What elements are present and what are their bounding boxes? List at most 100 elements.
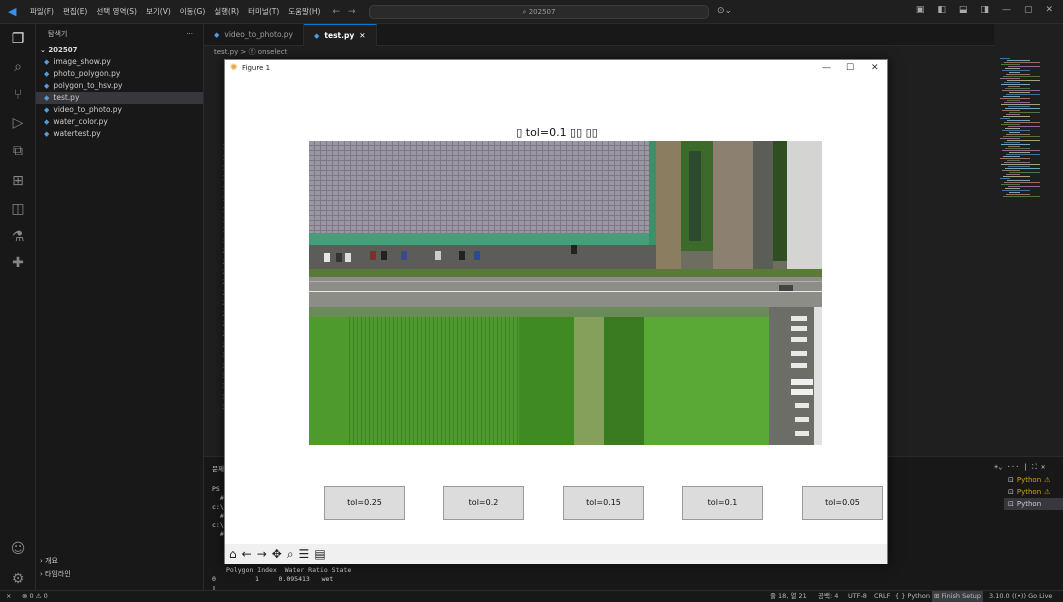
terminal-item[interactable]: ⊡ Python ⚠ [1004, 474, 1063, 486]
toggle-sidebar-icon[interactable]: ◧ [937, 5, 946, 15]
terminal-icon: ⊡ [1008, 476, 1014, 484]
figure-window-title: Figure 1 [242, 64, 271, 72]
problems-status[interactable]: ⊗ 0 ⚠ 0 [22, 591, 48, 602]
toggle-secondary-icon[interactable]: ◨ [980, 5, 989, 15]
menu-help[interactable]: 도움말(H) [288, 6, 320, 17]
menu-terminal[interactable]: 터미널(T) [248, 6, 279, 17]
cursor-position[interactable]: 줄 18, 열 21 [770, 591, 807, 602]
panel-tab-problems[interactable]: 문제 [212, 463, 224, 473]
chat-icon[interactable]: ◫ [7, 198, 29, 220]
terminal-label: Python [1016, 488, 1042, 496]
python-version[interactable]: 3.10.0 [989, 591, 1010, 602]
back-icon[interactable]: ← [242, 547, 252, 561]
tol-0.1-button[interactable]: tol=0.1 [682, 486, 763, 520]
save-icon[interactable]: ▤ [314, 547, 325, 561]
home-icon[interactable]: ⌂ [229, 547, 237, 561]
run-debug-icon[interactable]: ▷ [7, 112, 29, 134]
menu-edit[interactable]: 편집(E) [63, 6, 87, 17]
remote-explorer-icon[interactable]: ⧉ [7, 140, 29, 162]
explorer-header: 탐색기 ··· [36, 24, 203, 44]
terminal-item[interactable]: ⊡ Python ⚠ [1004, 486, 1063, 498]
tol-0.25-button[interactable]: tol=0.25 [324, 486, 405, 520]
explorer-icon[interactable]: ❐ [7, 28, 29, 50]
title-bar: ◀ 파일(F) 편집(E) 선택 영역(S) 보기(V) 이동(G) 실행(R)… [0, 0, 1063, 24]
file-item-selected[interactable]: ◆ test.py [36, 92, 203, 104]
minimap-line [1008, 106, 1030, 107]
tab-video-to-photo[interactable]: ◆ video_to_photo.py [204, 24, 304, 46]
outline-section[interactable]: › 개요 [40, 556, 58, 566]
menu-selection[interactable]: 선택 영역(S) [96, 6, 137, 17]
figure-maximize-icon[interactable]: ☐ [846, 60, 854, 77]
golive-button[interactable]: ((•)) Go Live [1012, 591, 1052, 602]
menu-view[interactable]: 보기(V) [146, 6, 171, 17]
copilot-icon[interactable]: ⊙⌄ [717, 6, 732, 16]
account-icon[interactable]: ☺ [7, 538, 29, 560]
configure-subplots-icon[interactable]: ☰ [299, 547, 310, 561]
language-status[interactable]: { } Python [895, 591, 930, 602]
file-item[interactable]: ◆ watertest.py [36, 128, 203, 140]
terminal-line: c:\ [212, 521, 224, 529]
extensions-icon[interactable]: ⊞ [7, 170, 29, 192]
outline-label: 개요 [45, 557, 58, 565]
more-actions-icon[interactable]: ··· [186, 24, 193, 44]
file-item[interactable]: ◆ photo_polygon.py [36, 68, 203, 80]
close-icon[interactable]: ✕ [1045, 5, 1053, 15]
file-item[interactable]: ◆ image_show.py [36, 56, 203, 68]
minimap-line [1008, 66, 1040, 67]
minimize-icon[interactable]: — [1002, 5, 1011, 15]
terminal-line: c:\ [212, 503, 224, 511]
python-file-icon: ◆ [44, 106, 50, 114]
forward-icon[interactable]: → [257, 547, 267, 561]
tol-0.2-button[interactable]: tol=0.2 [443, 486, 524, 520]
menu-file[interactable]: 파일(F) [30, 6, 54, 17]
minimap-line [1000, 158, 1030, 159]
minimap-line [1006, 74, 1030, 75]
minimap-line [1007, 140, 1040, 141]
remote-icon[interactable]: ⨯ [6, 591, 11, 602]
nav-arrows-icon[interactable]: ←→ [332, 7, 363, 17]
file-label: image_show.py [53, 57, 111, 66]
tol-0.15-button[interactable]: tol=0.15 [563, 486, 644, 520]
timeline-section[interactable]: › 타임라인 [40, 569, 71, 579]
file-item[interactable]: ◆ polygon_to_hsv.py [36, 80, 203, 92]
menu-go[interactable]: 이동(G) [180, 6, 205, 17]
search-icon[interactable]: ⌕ [7, 56, 29, 78]
aerial-image[interactable] [309, 141, 822, 445]
maximize-icon[interactable]: ▢ [1024, 5, 1033, 15]
minimap-line [1002, 150, 1040, 151]
tab-test[interactable]: ◆ test.py ✕ [304, 24, 377, 46]
file-item[interactable]: ◆ video_to_photo.py [36, 104, 203, 116]
window-controls: ▣ ◧ ⬓ ◨ — ▢ ✕ [916, 5, 1053, 15]
minimap-line [1005, 168, 1040, 169]
source-control-icon[interactable]: ⑂ [7, 84, 29, 106]
pan-icon[interactable]: ✥ [272, 547, 282, 561]
minimap-line [1007, 60, 1030, 61]
folder-202507[interactable]: ⌄ 202507 [36, 44, 203, 56]
tol-0.05-button[interactable]: tol=0.05 [802, 486, 883, 520]
python-file-icon: ◆ [314, 31, 320, 40]
minimap[interactable] [994, 46, 1063, 456]
testing-icon[interactable]: ⚗ [7, 226, 29, 248]
toggle-panel-icon[interactable]: ⬓ [959, 5, 968, 15]
indentation-status[interactable]: 공백: 4 [818, 591, 838, 602]
python-icon[interactable]: ✚ [7, 252, 29, 274]
settings-gear-icon[interactable]: ⚙ [7, 568, 29, 590]
command-center-search[interactable]: ⌕ 202507 [369, 5, 709, 19]
file-item[interactable]: ◆ water_color.py [36, 116, 203, 128]
close-tab-icon[interactable]: ✕ [359, 25, 365, 47]
figure-minimize-icon[interactable]: — [822, 60, 831, 77]
minimap-line [1004, 162, 1030, 163]
finish-setup-button[interactable]: ⊞ Finish Setup [932, 591, 984, 602]
zoom-icon[interactable]: ⌕ [287, 547, 294, 562]
eol-status[interactable]: CRLF [874, 591, 890, 602]
menu-run[interactable]: 실행(R) [214, 6, 239, 17]
minimap-line [1002, 110, 1020, 111]
panel-actions[interactable]: +⌄ ··· | ⛶ ✕ [994, 463, 1045, 472]
breadcrumb[interactable]: test.py > ⓕ onselect [204, 46, 994, 58]
terminal-item-selected[interactable]: ⊡ Python [1004, 498, 1063, 510]
encoding-status[interactable]: UTF-8 [848, 591, 867, 602]
minimap-line [1009, 112, 1040, 113]
layout-icon[interactable]: ▣ [916, 5, 925, 15]
minimap-line [1008, 126, 1040, 127]
figure-close-icon[interactable]: ✕ [871, 60, 879, 77]
